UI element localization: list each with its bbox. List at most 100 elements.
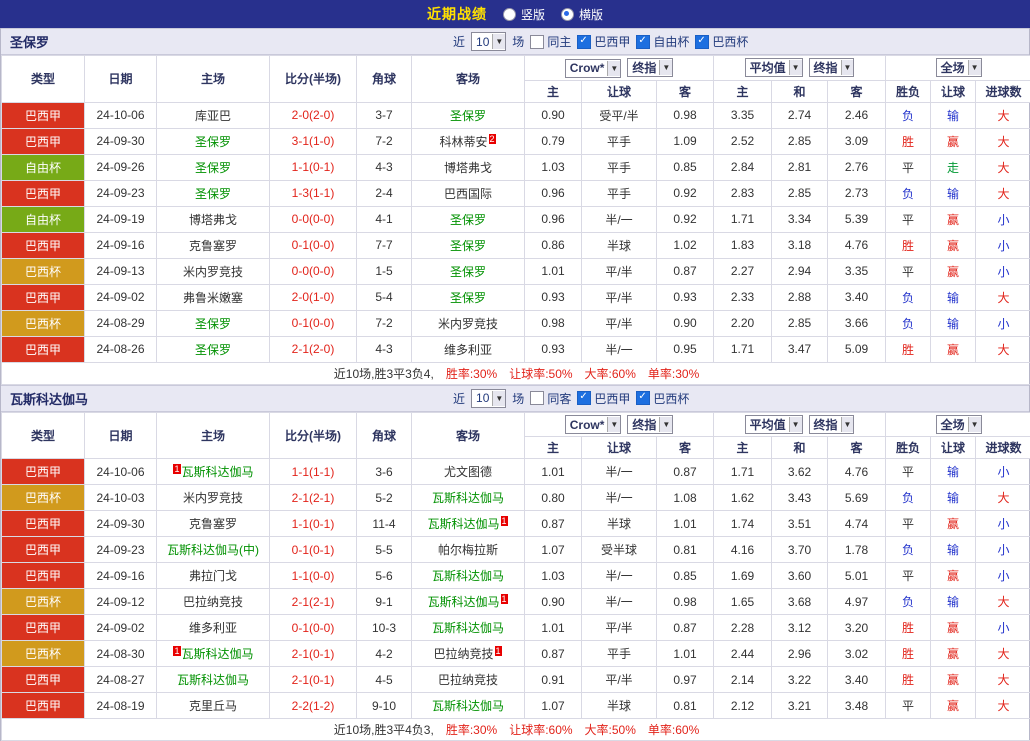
home-team[interactable]: 弗拉门戈 <box>189 569 237 583</box>
home-team[interactable]: 圣保罗 <box>195 161 231 175</box>
away-team[interactable]: 博塔弗戈 <box>444 161 492 175</box>
away-team[interactable]: 圣保罗 <box>450 213 486 227</box>
away-team[interactable]: 圣保罗 <box>450 109 486 123</box>
fullmatch-select[interactable]: 全场▼ <box>936 58 982 77</box>
away-team[interactable]: 圣保罗 <box>450 291 486 305</box>
bookmaker-select[interactable]: Crow*▼ <box>565 59 622 78</box>
score-link[interactable]: 2-1(2-0) <box>292 342 335 356</box>
layout-radio-vertical[interactable]: 竖版 <box>503 6 545 23</box>
score-link[interactable]: 3-1(1-0) <box>292 134 335 148</box>
league-filter-checkbox-0[interactable] <box>577 391 591 405</box>
score-link[interactable]: 0-0(0-0) <box>292 264 335 278</box>
avg-home: 1.65 <box>714 589 772 615</box>
home-team[interactable]: 瓦斯科达伽马 <box>182 465 254 479</box>
home-team[interactable]: 圣保罗 <box>195 317 231 331</box>
dropdown-arrow-icon: ▼ <box>841 60 854 75</box>
same-venue-checkbox[interactable] <box>530 391 544 405</box>
away-team[interactable]: 瓦斯科达伽马 <box>432 699 504 713</box>
odds-home: 0.79 <box>525 128 582 154</box>
same-venue-checkbox[interactable] <box>530 35 544 49</box>
away-team[interactable]: 帕尔梅拉斯 <box>438 543 498 557</box>
avg-home: 2.27 <box>714 258 772 284</box>
home-team[interactable]: 圣保罗 <box>195 187 231 201</box>
score-link[interactable]: 2-1(0-1) <box>292 673 335 687</box>
away-team[interactable]: 巴西国际 <box>444 187 492 201</box>
score-link[interactable]: 0-1(0-0) <box>292 238 335 252</box>
match-count-select[interactable]: 10▼ <box>471 389 506 408</box>
score-link[interactable]: 1-1(0-1) <box>292 517 335 531</box>
result-goals: 大 <box>998 343 1010 357</box>
score-link[interactable]: 2-1(2-1) <box>292 491 335 505</box>
league-filter-label: 巴西甲 <box>594 390 630 407</box>
result-goals: 小 <box>998 465 1010 479</box>
league-filter-checkbox-1[interactable] <box>636 391 650 405</box>
away-team[interactable]: 瓦斯科达伽马 <box>427 517 499 531</box>
score-link[interactable]: 0-1(0-0) <box>292 621 335 635</box>
home-team[interactable]: 克里丘马 <box>189 699 237 713</box>
score-link[interactable]: 2-0(1-0) <box>292 290 335 304</box>
home-team[interactable]: 博塔弗戈 <box>189 213 237 227</box>
away-team[interactable]: 瓦斯科达伽马 <box>432 491 504 505</box>
avg-away: 5.39 <box>828 206 886 232</box>
score-link[interactable]: 2-1(0-1) <box>292 647 335 661</box>
score-link[interactable]: 0-0(0-0) <box>292 212 335 226</box>
bookmaker-select[interactable]: Crow*▼ <box>565 415 622 434</box>
away-team[interactable]: 科林蒂安 <box>439 135 487 149</box>
average-stage-select[interactable]: 终指▼ <box>809 415 855 434</box>
away-team[interactable]: 米内罗竞技 <box>438 317 498 331</box>
score-link[interactable]: 1-1(1-1) <box>292 465 335 479</box>
home-team[interactable]: 弗鲁米嫩塞 <box>183 291 243 305</box>
score-link[interactable]: 2-2(1-2) <box>292 699 335 713</box>
home-team[interactable]: 维多利亚 <box>189 621 237 635</box>
home-team[interactable]: 瓦斯科达伽马 <box>177 673 249 687</box>
bookmaker-stage-select[interactable]: 终指▼ <box>627 415 673 434</box>
table-row: 巴西杯24-10-03米内罗竞技2-1(2-1)5-2瓦斯科达伽马0.80半/一… <box>2 485 1030 511</box>
average-select[interactable]: 平均值▼ <box>745 58 803 77</box>
league-filter-checkbox-1[interactable] <box>636 35 650 49</box>
layout-radio-horizontal[interactable]: 横版 <box>561 6 603 23</box>
away-team[interactable]: 尤文图德 <box>444 465 492 479</box>
column-header: 比分(半场) <box>270 56 357 103</box>
away-team[interactable]: 圣保罗 <box>450 239 486 253</box>
match-count-select[interactable]: 10▼ <box>471 32 506 51</box>
home-team[interactable]: 米内罗竞技 <box>183 265 243 279</box>
league-filter-checkbox-2[interactable] <box>695 35 709 49</box>
home-team[interactable]: 克鲁塞罗 <box>189 517 237 531</box>
table-row: 巴西甲24-10-061瓦斯科达伽马1-1(1-1)3-6尤文图德1.01半/一… <box>2 459 1030 485</box>
league-badge: 巴西杯 <box>2 589 85 615</box>
score-link[interactable]: 0-1(0-0) <box>292 316 335 330</box>
score-link[interactable]: 1-1(0-0) <box>292 569 335 583</box>
score-link[interactable]: 1-3(1-1) <box>292 186 335 200</box>
away-team[interactable]: 巴拉纳竞技 <box>438 673 498 687</box>
home-team[interactable]: 克鲁塞罗 <box>189 239 237 253</box>
bookmaker-select-value: Crow* <box>570 418 608 432</box>
score-link[interactable]: 1-1(0-1) <box>292 160 335 174</box>
average-stage-select[interactable]: 终指▼ <box>809 58 855 77</box>
home-team[interactable]: 巴拉纳竞技 <box>183 595 243 609</box>
league-filter-checkbox-0[interactable] <box>577 35 591 49</box>
result-goals: 大 <box>998 187 1010 201</box>
table-row: 巴西甲24-09-16弗拉门戈1-1(0-0)5-6瓦斯科达伽马1.03半/一0… <box>2 563 1030 589</box>
away-team[interactable]: 瓦斯科达伽马 <box>427 595 499 609</box>
home-team[interactable]: 瓦斯科达伽马(中) <box>167 543 259 557</box>
home-team[interactable]: 圣保罗 <box>195 343 231 357</box>
bookmaker-stage-select[interactable]: 终指▼ <box>627 58 673 77</box>
near-label: 近 <box>453 390 465 407</box>
avg-away: 3.66 <box>828 310 886 336</box>
away-team[interactable]: 圣保罗 <box>450 265 486 279</box>
away-team[interactable]: 维多利亚 <box>444 343 492 357</box>
column-subheader: 进球数 <box>976 80 1030 102</box>
away-team[interactable]: 瓦斯科达伽马 <box>432 569 504 583</box>
home-team[interactable]: 米内罗竞技 <box>183 491 243 505</box>
score-link[interactable]: 0-1(0-1) <box>292 543 335 557</box>
average-select[interactable]: 平均值▼ <box>745 415 803 434</box>
result-outcome: 负 <box>902 109 914 123</box>
home-team[interactable]: 库亚巴 <box>195 109 231 123</box>
home-team[interactable]: 圣保罗 <box>195 135 231 149</box>
away-team[interactable]: 瓦斯科达伽马 <box>432 621 504 635</box>
score-link[interactable]: 2-0(2-0) <box>292 108 335 122</box>
fullmatch-select[interactable]: 全场▼ <box>936 415 982 434</box>
away-team[interactable]: 巴拉纳竞技 <box>433 647 493 661</box>
home-team[interactable]: 瓦斯科达伽马 <box>182 647 254 661</box>
score-link[interactable]: 2-1(2-1) <box>292 595 335 609</box>
